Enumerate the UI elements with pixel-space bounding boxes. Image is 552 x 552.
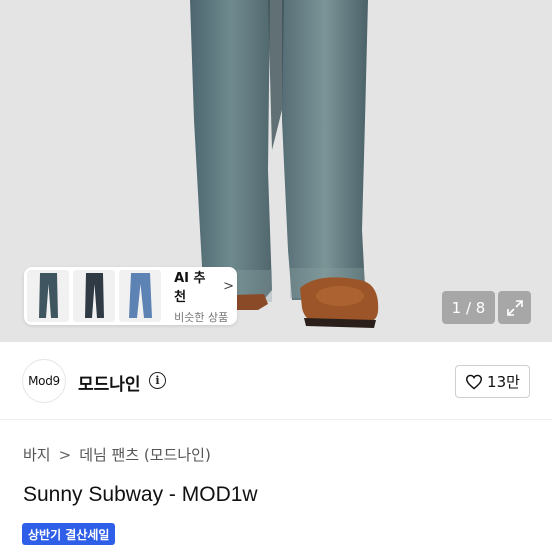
like-count: 13만	[487, 373, 520, 391]
breadcrumb-item[interactable]: 데님 팬츠 (모드나인)	[79, 444, 211, 465]
like-button[interactable]: 13만	[455, 365, 530, 398]
sale-badge: 상반기 결산세일	[22, 523, 116, 545]
heart-icon	[466, 374, 483, 390]
jeans-thumbnail-icon	[129, 273, 153, 318]
expand-button[interactable]	[498, 291, 531, 324]
chevron-right-icon: >	[223, 278, 234, 294]
shop-logo[interactable]: Mod9	[22, 359, 66, 403]
shop-name[interactable]: 모드나인	[78, 370, 141, 395]
ai-recommend-subtitle: 비슷한 상품	[174, 311, 229, 324]
shop-row: Mod9 모드나인 i 13만	[0, 342, 552, 420]
recommend-thumbnail[interactable]	[73, 270, 116, 322]
jeans-thumbnail-icon	[39, 273, 58, 318]
image-counter: 1 / 8	[442, 291, 495, 324]
breadcrumb: 바지 > 데님 팬츠 (모드나인)	[23, 444, 211, 465]
product-title: Sunny Subway - MOD1w	[23, 483, 258, 506]
breadcrumb-item[interactable]: 바지	[23, 444, 51, 465]
chevron-right-icon: >	[58, 445, 72, 464]
expand-icon	[506, 299, 523, 316]
jeans-thumbnail-icon	[85, 273, 105, 318]
recommend-thumbnail[interactable]	[27, 270, 70, 322]
recommend-thumbnail[interactable]	[119, 270, 162, 322]
ai-recommend-card[interactable]: AI 추천 > 비슷한 상품	[24, 267, 237, 325]
product-image[interactable]: AI 추천 > 비슷한 상품 1 / 8	[0, 0, 552, 342]
ai-recommend-title: AI 추천	[174, 271, 206, 305]
info-icon[interactable]: i	[149, 372, 166, 389]
